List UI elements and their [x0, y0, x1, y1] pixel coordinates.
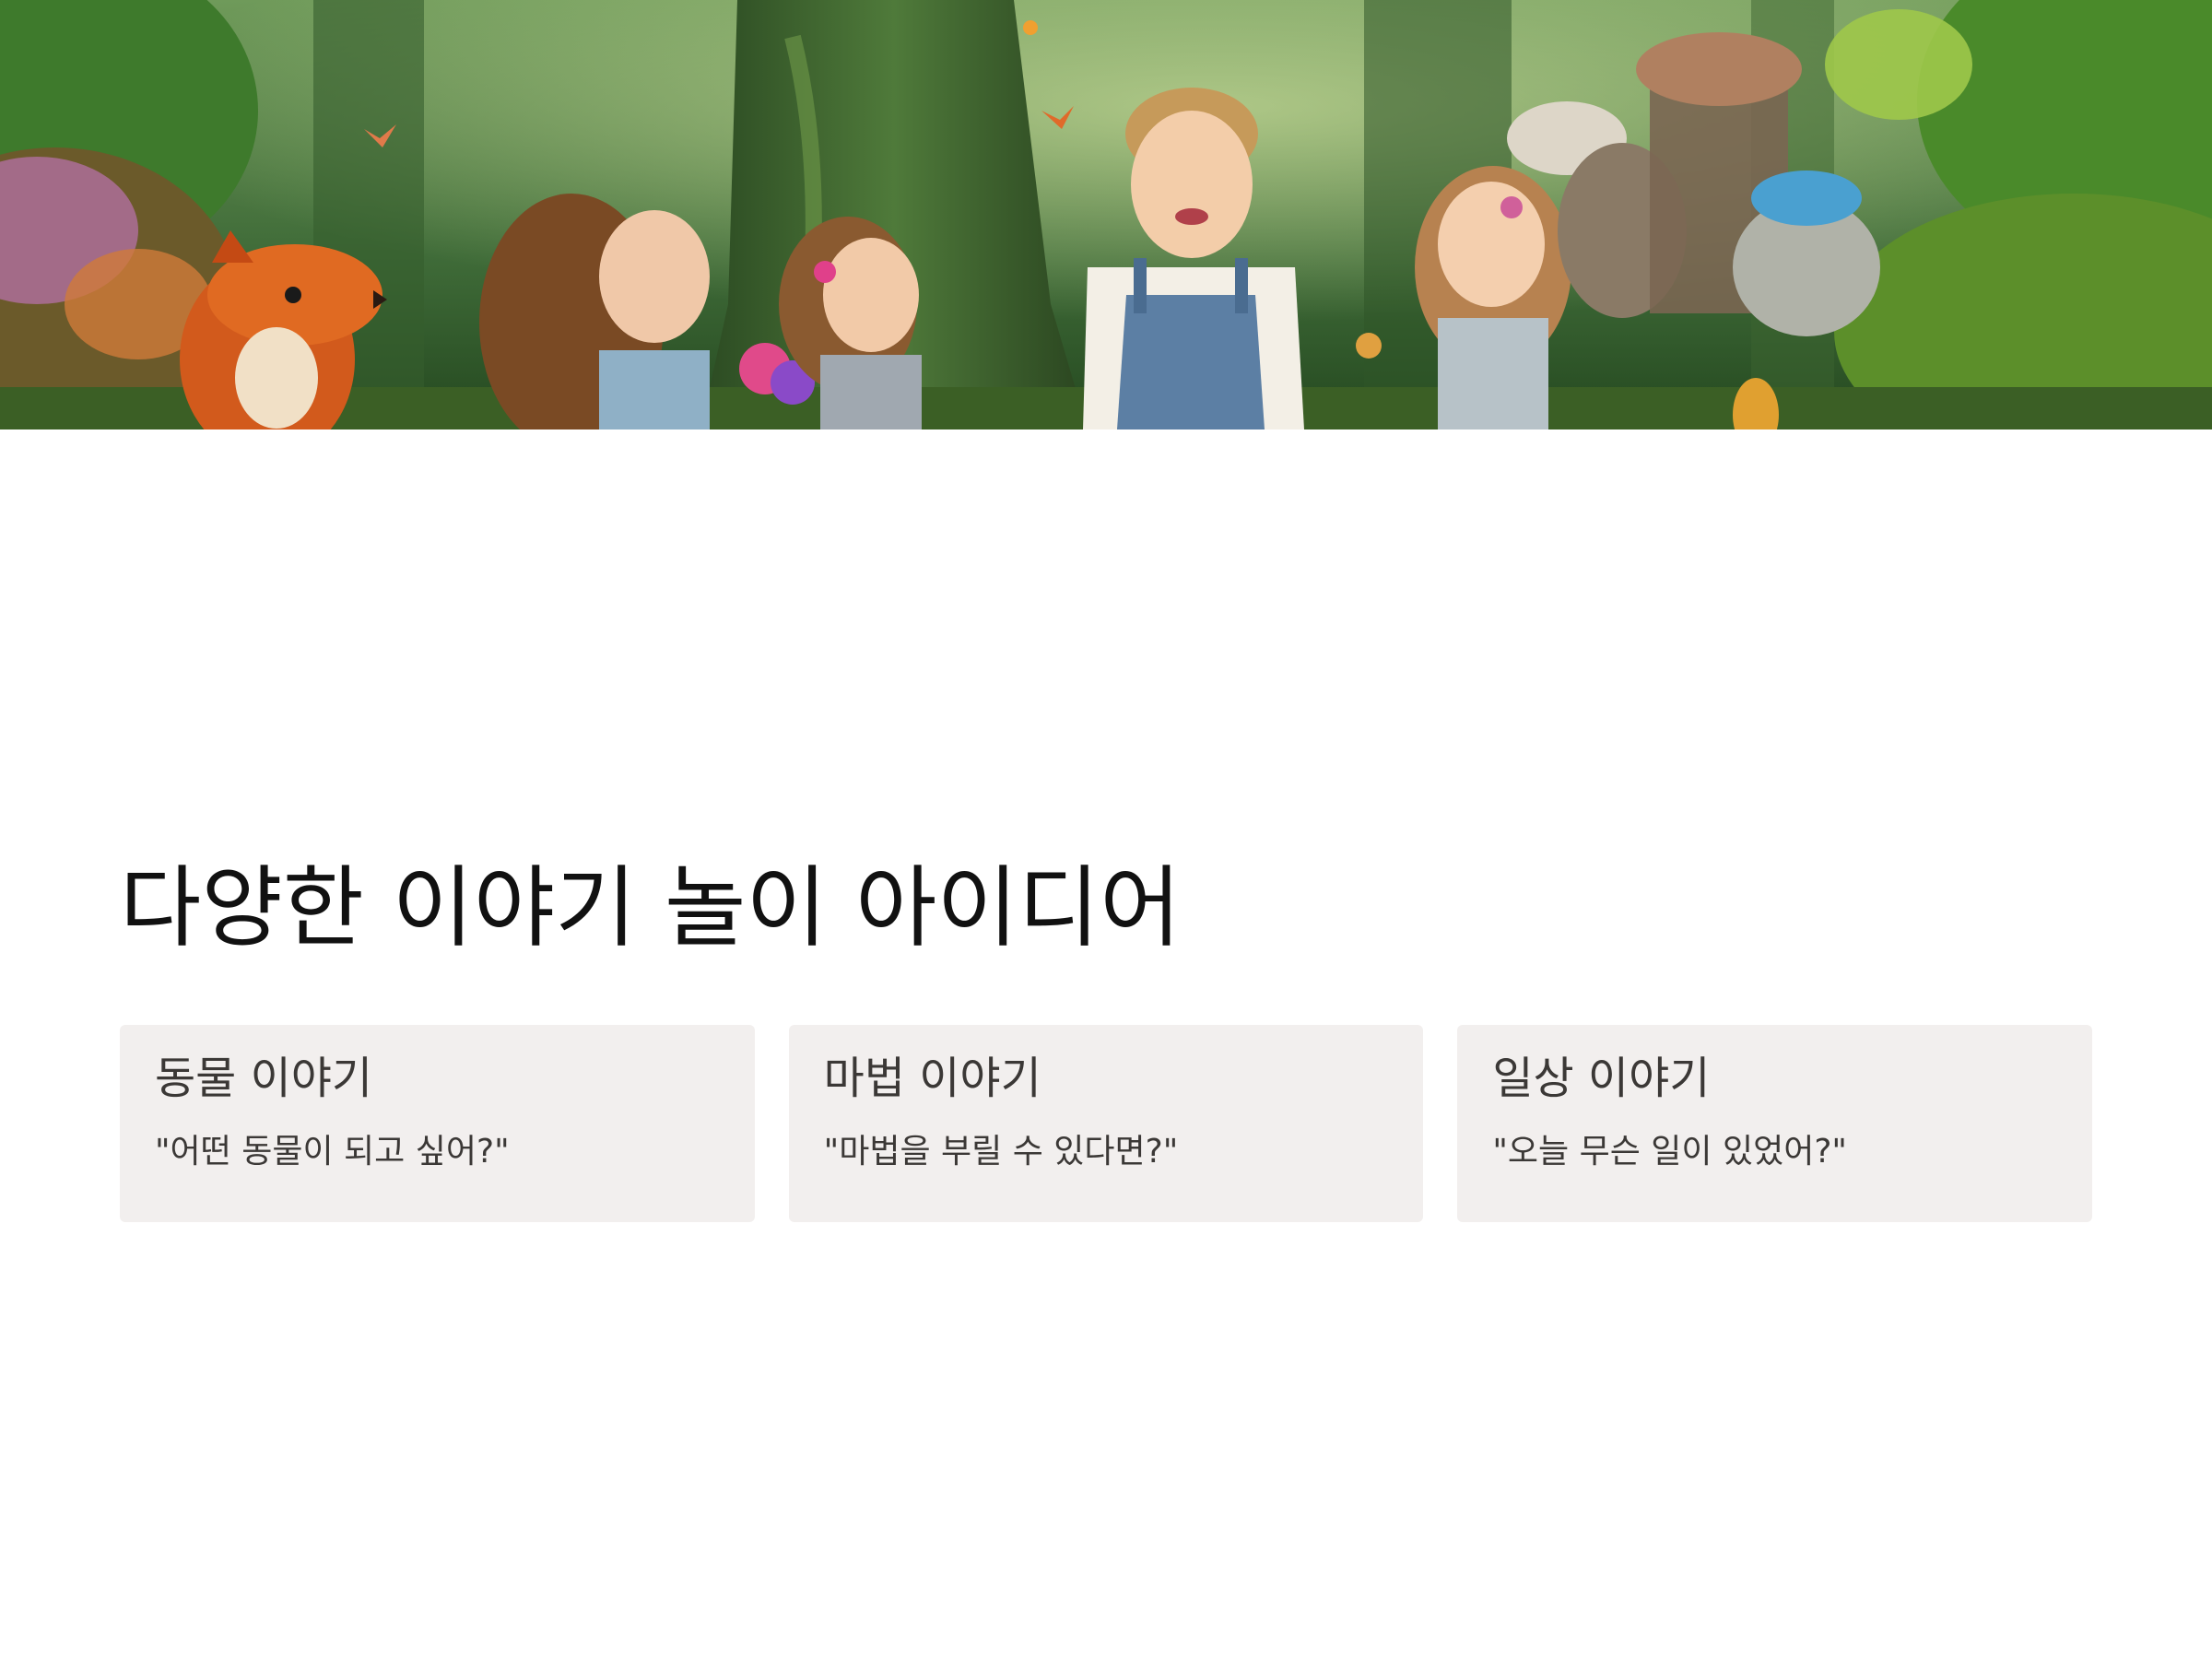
page-title: 다양한 이야기 놀이 아이디어	[120, 856, 1182, 959]
story-idea-cards: 동물 이야기 "어떤 동물이 되고 싶어?" 마법 이야기 "마법을 부릴 수 …	[120, 1025, 2093, 1222]
card-prompt: "마법을 부릴 수 있다면?"	[823, 1132, 1179, 1171]
card-daily-story: 일상 이야기 "오늘 무슨 일이 있었어?"	[1457, 1025, 2093, 1222]
card-title: 동물 이야기	[155, 1053, 373, 1104]
card-animal-story: 동물 이야기 "어떤 동물이 되고 싶어?"	[120, 1025, 755, 1222]
hero-image	[0, 0, 2212, 429]
card-prompt: "어떤 동물이 되고 싶어?"	[155, 1132, 510, 1171]
card-prompt: "오늘 무슨 일이 있었어?"	[1492, 1132, 1847, 1171]
slide: 다양한 이야기 놀이 아이디어 동물 이야기 "어떤 동물이 되고 싶어?" 마…	[0, 0, 2212, 1659]
card-title: 일상 이야기	[1492, 1053, 1711, 1104]
card-magic-story: 마법 이야기 "마법을 부릴 수 있다면?"	[788, 1025, 1424, 1222]
card-title: 마법 이야기	[823, 1053, 1041, 1104]
